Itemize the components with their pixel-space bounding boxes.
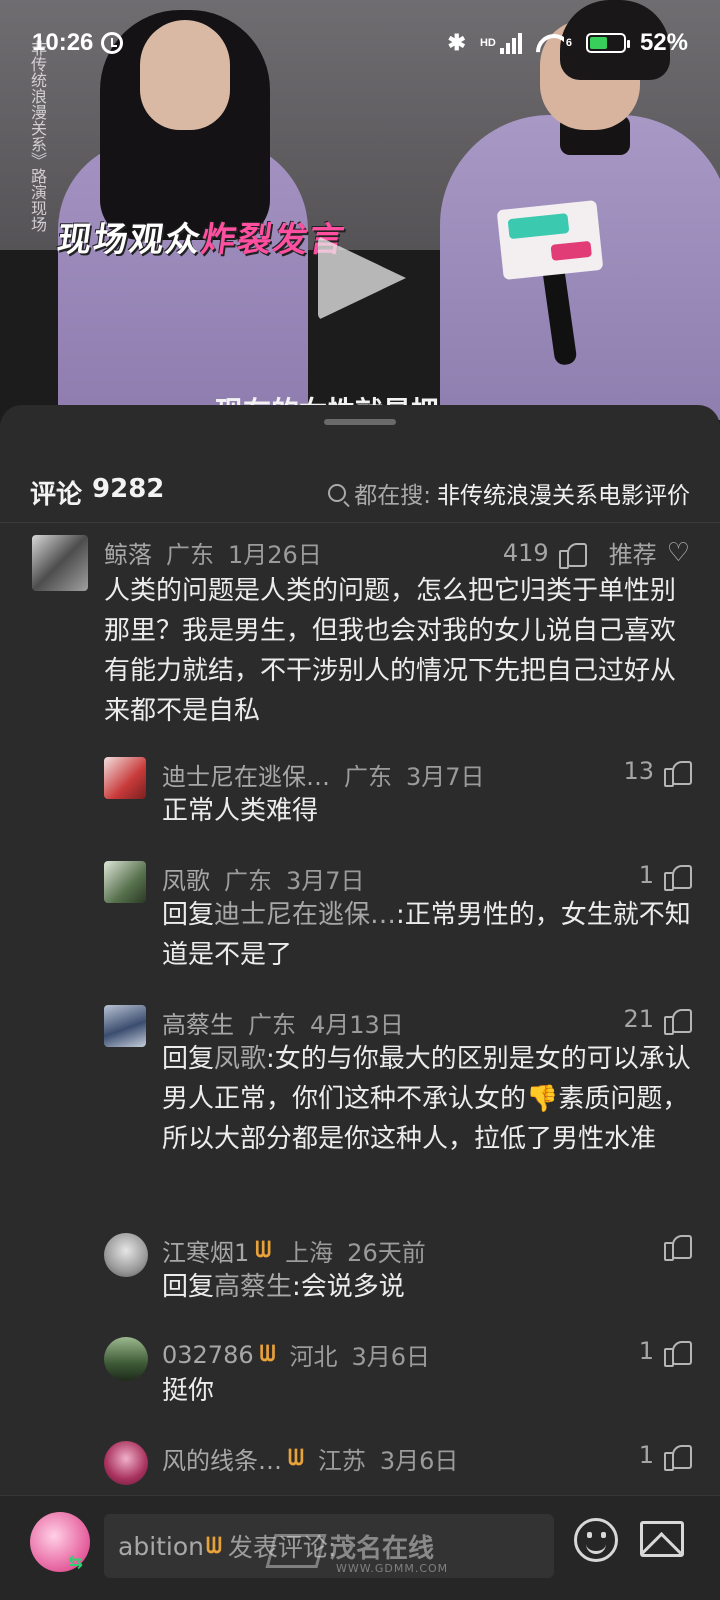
thumbs-up-icon[interactable] [558,541,587,569]
reply-body: :会说多说 [292,1272,405,1302]
sheet-drag-handle[interactable] [324,419,396,425]
reply-prefix: 回复 [162,1272,215,1302]
comment-header: 评论 9282 都在搜: 非传统浪漫关系电影评价 [0,463,720,523]
comment-date: 3月6日 [351,1343,431,1371]
comment-label: 评论 [30,480,83,510]
vip-badge-icon: ᗯ [206,1533,222,1559]
status-bar: 10:26 ✱ HD 6 52% [0,0,720,68]
like-count: 13 [623,757,654,785]
comment-author[interactable]: 风的线条… [162,1441,282,1476]
video-caption: 现场观众炸裂发言 [55,212,350,261]
comment-author[interactable]: 032786 [162,1341,254,1369]
like-count: 1 [638,1337,654,1365]
thumbs-up-icon[interactable] [664,863,692,891]
avatar[interactable] [104,757,146,799]
comment-date: 3月6日 [379,1447,459,1475]
thumbs-up-icon[interactable] [664,1007,692,1035]
comment-sheet: 评论 9282 都在搜: 非传统浪漫关系电影评价 鲸落 广东 1月26日 419 [0,405,720,1600]
status-time: 10:26 [32,29,94,56]
avatar[interactable] [104,1005,146,1047]
wifi-badge: 6 [565,37,572,49]
comment-location: 河北 [289,1343,338,1371]
page: 非传统浪漫关系》路演现场 现场观众炸裂发言 现在的女性就是把 10:26 ✱ H… [0,0,720,1600]
comment-text: 人类的问题是人类的问题，怎么把它归类于单性别那里？我是男生，但我也会对我的女儿说… [104,576,677,726]
like-count: 1 [638,861,654,889]
emoji-icon[interactable] [574,1518,618,1562]
microphone-flag [496,199,604,281]
comment-author[interactable]: 江寒烟1 [162,1233,249,1268]
comment-text: 挺你 [162,1376,215,1406]
thumbs-up-icon[interactable] [664,1233,692,1261]
comment-date: 1月26日 [228,541,322,569]
comment-count: 9282 [92,474,165,504]
avatar[interactable] [32,535,88,591]
thumbs-up-icon[interactable] [664,1339,692,1367]
avatar[interactable] [104,1337,148,1381]
search-icon [328,483,347,502]
avatar[interactable] [104,1441,148,1485]
comment-date: 4月13日 [310,1011,404,1039]
search-label: 都在搜: [354,482,431,509]
comment-date: 26天前 [347,1239,426,1267]
comment-location: 广东 [248,1011,296,1039]
watermark-logo [265,1534,327,1568]
vip-badge-icon: ᗯ [288,1446,304,1471]
comment-location: 广东 [166,541,214,569]
comment-date: 3月7日 [406,763,485,791]
comment-text: 正常人类难得 [162,796,319,826]
signal-icon [499,32,522,54]
thumbs-up-icon[interactable] [664,759,692,787]
comment-text: 回复高蔡生:会说多说 [162,1267,692,1307]
input-username: abition [118,1531,205,1561]
reply-prefix: 回复 [162,1044,215,1074]
comment-location: 广东 [224,867,272,895]
battery-percent: 52% [639,29,688,56]
watermark-main: 茂名在线 [330,1534,435,1564]
reply-mention[interactable]: 凤歌 [214,1044,266,1074]
caption-white: 现场观众 [54,220,205,260]
avatar[interactable] [104,1233,148,1277]
switch-account-icon[interactable]: ⇆ [68,1552,83,1573]
avatar[interactable] [104,861,146,903]
like-count: 419 [502,538,549,567]
comment-count-title: 评论 9282 [30,474,164,511]
bluetooth-icon: ✱ [447,30,466,55]
like-count: 1 [638,1441,654,1469]
vip-badge-icon: ᗯ [255,1238,272,1263]
reply-mention[interactable]: 迪士尼在逃保… [214,900,396,930]
trending-search-link[interactable]: 都在搜: 非传统浪漫关系电影评价 [328,476,690,510]
thumbs-up-icon[interactable] [664,1443,692,1471]
reply-prefix: 回复 [162,900,215,930]
watermark: 茂名在线 WWW.GDMM.COM [265,1528,460,1588]
comment-text: 回复迪士尼在逃保…:正常男性的，女生就不知道是不是了 [162,895,692,975]
wifi-icon [536,32,564,54]
comment-date: 3月7日 [286,867,365,895]
comment-author[interactable]: 迪士尼在逃保… [162,757,330,792]
comment-location: 上海 [285,1239,334,1267]
alarm-icon [101,32,124,54]
reply-mention[interactable]: 高蔡生 [214,1272,292,1302]
comment-location: 广东 [344,763,392,791]
heart-icon[interactable]: ♡ [667,538,690,568]
vip-badge-icon: ᗯ [259,1342,276,1367]
video-side-title: 非传统浪漫关系》路演现场 [28,40,47,232]
recommend-label[interactable]: 推荐 [609,535,657,570]
comment-author[interactable]: 高蔡生 [162,1005,234,1040]
network-type: HD [479,37,496,49]
watermark-sub: WWW.GDMM.COM [336,1562,449,1575]
image-icon[interactable] [640,1521,684,1557]
battery-icon [585,33,630,53]
comment-location: 江苏 [317,1447,366,1475]
comment-author[interactable]: 凤歌 [162,861,210,896]
comment-text: 回复凤歌:女的与你最大的区别是女的可以承认男人正常，你们这种不承认女的👎素质问题… [162,1039,692,1159]
like-count: 21 [623,1005,654,1033]
search-term[interactable]: 非传统浪漫关系电影评价 [437,476,690,510]
comment-author[interactable]: 鲸落 [104,535,152,570]
play-icon[interactable] [318,236,406,320]
